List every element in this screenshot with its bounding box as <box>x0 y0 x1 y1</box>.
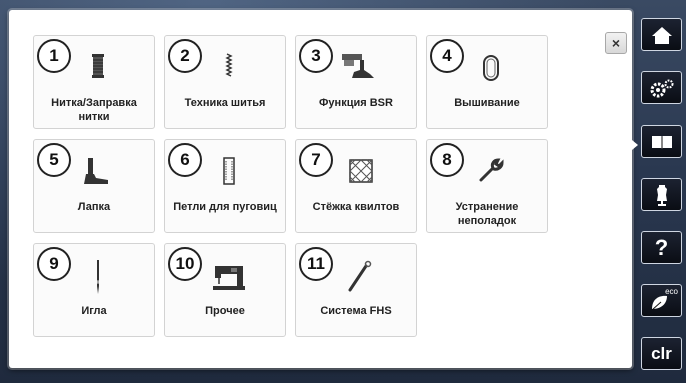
fhs-lever-icon <box>348 260 372 292</box>
needle-icon <box>97 260 99 294</box>
presser-foot-icon <box>84 158 108 184</box>
help-button[interactable]: ? <box>641 231 682 264</box>
book-icon <box>651 135 672 149</box>
tile-label: Игла <box>81 305 107 317</box>
tile-number: 2 <box>168 39 202 73</box>
tile-quilting[interactable]: 7 Стёжка квилтов <box>295 139 417 233</box>
tile-number: 3 <box>299 39 333 73</box>
help-icon: ? <box>654 234 669 260</box>
sewing-machine-icon <box>213 266 245 290</box>
embroidery-hoop-icon <box>483 55 499 81</box>
tile-label: Нитка/Заправка нитки <box>51 97 137 123</box>
tile-label: Функция BSR <box>319 97 393 109</box>
close-icon: × <box>611 35 621 51</box>
clear-button[interactable]: clr <box>641 337 682 370</box>
tile-number: 10 <box>168 247 202 281</box>
close-button[interactable]: × <box>605 32 627 54</box>
stitch-pattern-icon <box>225 53 233 77</box>
tile-label: Техника шитья <box>184 97 266 109</box>
tile-label: Стёжка квилтов <box>312 201 400 213</box>
tile-number: 11 <box>299 247 333 281</box>
buttonhole-icon <box>223 157 235 185</box>
bsr-foot-icon <box>342 54 374 78</box>
tile-label: Вышивание <box>454 97 520 109</box>
tile-number: 4 <box>430 39 464 73</box>
tile-label: Прочее <box>205 305 245 317</box>
tile-troubleshooting[interactable]: 8 Устранение неполадок <box>426 139 548 233</box>
thread-spool-icon <box>92 54 104 78</box>
tile-number: 9 <box>37 247 71 281</box>
wrench-icon <box>479 158 504 182</box>
tile-number: 6 <box>168 143 202 177</box>
creative-consultant-button[interactable] <box>641 178 682 211</box>
tile-sewing-technique[interactable]: 2 Техника шитья <box>164 35 286 129</box>
right-sidebar: ? eco clr <box>640 10 686 372</box>
tile-other[interactable]: 10 Прочее <box>164 243 286 337</box>
tile-label: Устранение неполадок <box>455 201 519 227</box>
tile-number: 8 <box>430 143 464 177</box>
home-icon <box>651 26 672 44</box>
dress-form-icon <box>656 184 667 206</box>
tile-buttonholes[interactable]: 6 Петли для пуговиц <box>164 139 286 233</box>
help-dialog: × 1 Нитка/Заправка нитки 2 Техника шитья… <box>9 10 632 368</box>
quilt-pattern-icon <box>349 159 373 183</box>
tile-label: Лапка <box>77 201 111 213</box>
tile-needle[interactable]: 9 Игла <box>33 243 155 337</box>
tile-threading[interactable]: 1 Нитка/Заправка нитки <box>33 35 155 129</box>
panel-pointer-arrow <box>632 140 638 150</box>
tile-label: Система FHS <box>320 305 392 317</box>
eco-label: eco <box>665 287 678 296</box>
settings-icon <box>650 79 673 97</box>
tile-embroidery[interactable]: 4 Вышивание <box>426 35 548 129</box>
tile-bsr-function[interactable]: 3 Функция BSR <box>295 35 417 129</box>
tile-label: Петли для пуговиц <box>173 201 277 213</box>
eco-button[interactable]: eco <box>641 284 682 317</box>
clear-icon: clr <box>651 344 672 363</box>
tile-presser-foot[interactable]: 5 Лапка <box>33 139 155 233</box>
settings-button[interactable] <box>641 71 682 104</box>
home-button[interactable] <box>641 18 682 51</box>
manual-button[interactable] <box>641 125 682 158</box>
tile-number: 1 <box>37 39 71 73</box>
tile-number: 7 <box>299 143 333 177</box>
tile-fhs-system[interactable]: 11 Система FHS <box>295 243 417 337</box>
tile-number: 5 <box>37 143 71 177</box>
